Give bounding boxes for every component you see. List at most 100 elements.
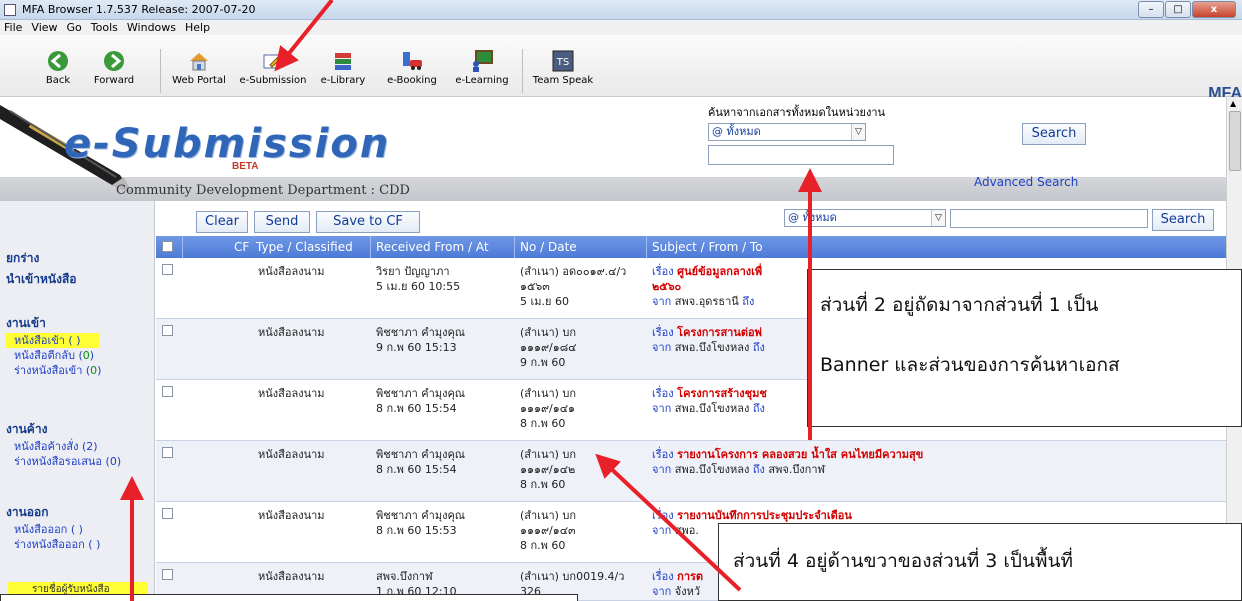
forward-arrow-icon [104,51,124,71]
row-subject[interactable]: เรื่อง การต จาก จังหวั [652,569,703,599]
row-no-date: (สำเนา) บก ๑๑๑๙/๑๔๓ 8 ก.พ 60 [520,509,577,552]
teamspeak-icon: TS [552,50,574,72]
sidebar-item-incoming-draft[interactable]: ร่างหนังสือเข้า (0) [0,363,155,378]
sidebar-item-import[interactable]: นำเข้าหนังสือ [0,270,155,289]
row-checkbox[interactable] [162,569,173,580]
sidebar-pending-section: งานค้าง หนังสือค้างสั่ง (2) ร่างหนังสือร… [0,420,155,469]
close-button[interactable]: x [1192,1,1236,18]
row-received: พิชชาภา คำมุงคุณ 8 ก.พ 60 15:53 [376,509,466,537]
banner: e-Submission BETA Community Development … [0,97,1226,201]
team-speak-label: Team Speak [532,75,594,86]
row-checkbox[interactable] [162,508,173,519]
row-received: วิรยา ปัญญาภา 5 เม.ย 60 10:55 [376,265,461,293]
menu-windows[interactable]: Windows [127,20,176,35]
scrollbar-thumb[interactable] [1229,111,1241,171]
forward-label: Forward [93,75,135,86]
row-no-date: (สำเนา) อด๐๐๑๙.๔/ว ๑๕๖๓ 5 เม.ย 60 [520,265,627,308]
sidebar-draft-section: ยกร่าง นำเข้าหนังสือ [0,249,155,289]
sidebar-item-pending-drafts[interactable]: ร่างหนังสือรอเสนอ (0) [0,454,155,469]
e-library-button[interactable]: e-Library [318,49,368,95]
window-title: MFA Browser 1.7.537 Release: 2007-07-20 [22,3,256,16]
forward-button[interactable]: Forward [88,49,140,95]
clear-button[interactable]: Clear [196,211,248,233]
menu-file[interactable]: File [4,20,22,35]
menu-view[interactable]: View [31,20,57,35]
row-no-date: (สำเนา) บก ๑๑๑๙/๑๔๒ 8 ก.พ 60 [520,448,577,491]
header-cf[interactable]: CF [234,240,249,254]
back-arrow-icon [48,51,68,71]
e-learning-label: e-Learning [455,75,509,86]
row-subject[interactable]: เรื่อง โครงการสานต่อพ่ จาก สพอ.บึงโขงหลง… [652,325,765,355]
web-portal-button[interactable]: Web Portal [168,49,230,95]
brand-title: e-Submission [64,121,391,167]
document-pencil-icon [263,53,284,69]
maximize-button[interactable]: □ [1165,1,1191,18]
row-type: หนังสือลงนาม [258,265,325,278]
list-scope-select[interactable]: @ ทั้งหมด ▽ [784,209,946,227]
department-name: Community Development Department : CDD [116,183,410,198]
list-scope-value: @ ทั้งหมด [788,211,837,224]
header-type[interactable]: Type / Classified [256,240,353,254]
sidebar-item-pending-orders[interactable]: หนังสือค้างสั่ง (2) [0,439,155,454]
row-checkbox[interactable] [162,325,173,336]
row-type: หนังสือลงนาม [258,570,325,583]
search-title: ค้นหาจากเอกสารทั้งหมดในหน่วยงาน [708,106,886,119]
row-type: หนังสือลงนาม [258,509,325,522]
row-checkbox[interactable] [162,386,173,397]
menu-tools[interactable]: Tools [91,20,118,35]
sidebar-item-outgoing[interactable]: หนังสือออก ( ) [0,522,155,537]
sidebar-head-pending: งานค้าง [6,422,48,436]
list-search-input[interactable] [950,209,1148,228]
sidebar-item-outgoing-draft[interactable]: ร่างหนังสือออก ( ) [0,537,155,552]
sidebar-item-returned[interactable]: หนังสือตีกลับ (0) [0,348,155,363]
banner-scope-select[interactable]: @ ทั้งหมด ▽ [708,123,866,141]
send-button[interactable]: Send [254,211,310,233]
annotation-part-3 [0,594,578,601]
sidebar: ยกร่าง นำเข้าหนังสือ งานเข้า หนังสือเข้า… [0,201,155,601]
advanced-search-link[interactable]: Advanced Search [974,175,1078,189]
row-subject[interactable]: เรื่อง ศูนย์ข้อมูลกลางเพื่ ๒๕๖๐ จาก สพจ.… [652,264,762,309]
select-all-checkbox[interactable] [162,241,173,252]
menu-help[interactable]: Help [185,20,210,35]
scroll-up-icon[interactable]: ▲ [1230,99,1236,108]
annotation-part-2-line-2: Banner และส่วนของการค้นหาเอกส [820,354,1120,376]
toolbar-separator [160,49,161,93]
row-no-date: (สำเนา) บก ๑๑๑๙/๑๔๑ 8 ก.พ 60 [520,387,577,430]
minimize-button[interactable]: – [1138,1,1164,18]
header-subject[interactable]: Subject / From / To [652,240,763,254]
header-no-date[interactable]: No / Date [520,240,577,254]
header-received[interactable]: Received From / At [376,240,489,254]
column-separator [514,236,515,258]
save-to-cf-button[interactable]: Save to CF [316,211,420,233]
books-icon [335,53,351,70]
column-separator [646,236,647,258]
chevron-down-icon: ▽ [851,124,865,140]
list-search-button[interactable]: Search [1152,209,1214,231]
banner-search-button[interactable]: Search [1022,123,1086,145]
row-no-date: (สำเนา) บก ๑๑๑๙/๑๘๔ 9 ก.พ 60 [520,326,577,369]
svg-text:TS: TS [556,57,569,68]
back-button[interactable]: Back [38,49,78,95]
team-speak-button[interactable]: TS Team Speak [530,49,596,95]
banner-search-input[interactable] [708,145,894,165]
row-type: หนังสือลงนาม [258,448,325,461]
banner-scope-value: @ ทั้งหมด [712,125,761,138]
row-received: พิชชาภา คำมุงคุณ 8 ก.พ 60 15:54 [376,387,466,415]
row-subject[interactable]: เรื่อง รายงานโครงการ คลองสวย น้ำใส คนไทย… [652,447,923,477]
table-row[interactable]: หนังสือลงนาม พิชชาภา คำมุงคุณ 8 ก.พ 60 15… [156,441,1226,502]
sidebar-recipients-bar[interactable]: รายชื่อผู้รับหนังสือ [8,582,148,595]
sidebar-item-draft[interactable]: ยกร่าง [0,249,155,268]
e-submission-button[interactable]: e-Submission [236,49,310,95]
row-type: หนังสือลงนาม [258,387,325,400]
row-subject[interactable]: เรื่อง โครงการสร้างชุมช จาก สพอ.บึงโขงหล… [652,386,767,416]
annotation-part-4-line-1: ส่วนที่ 4 อยู่ด้านขวาของส่วนที่ 3 เป็นพื… [733,550,1074,572]
menu-bar: File View Go Tools Windows Help [0,20,1242,35]
row-received: พิชชาภา คำมุงคุณ 8 ก.พ 60 15:54 [376,448,466,476]
row-checkbox[interactable] [162,447,173,458]
annotation-part-2-line-1: ส่วนที่ 2 อยู่ถัดมาจากส่วนที่ 1 เป็น [820,294,1099,316]
menu-go[interactable]: Go [67,20,82,35]
row-checkbox[interactable] [162,264,173,275]
e-learning-button[interactable]: e-Learning [452,49,512,95]
e-booking-button[interactable]: e-Booking [384,49,440,95]
sidebar-item-incoming[interactable]: หนังสือเข้า ( ) [6,333,99,348]
